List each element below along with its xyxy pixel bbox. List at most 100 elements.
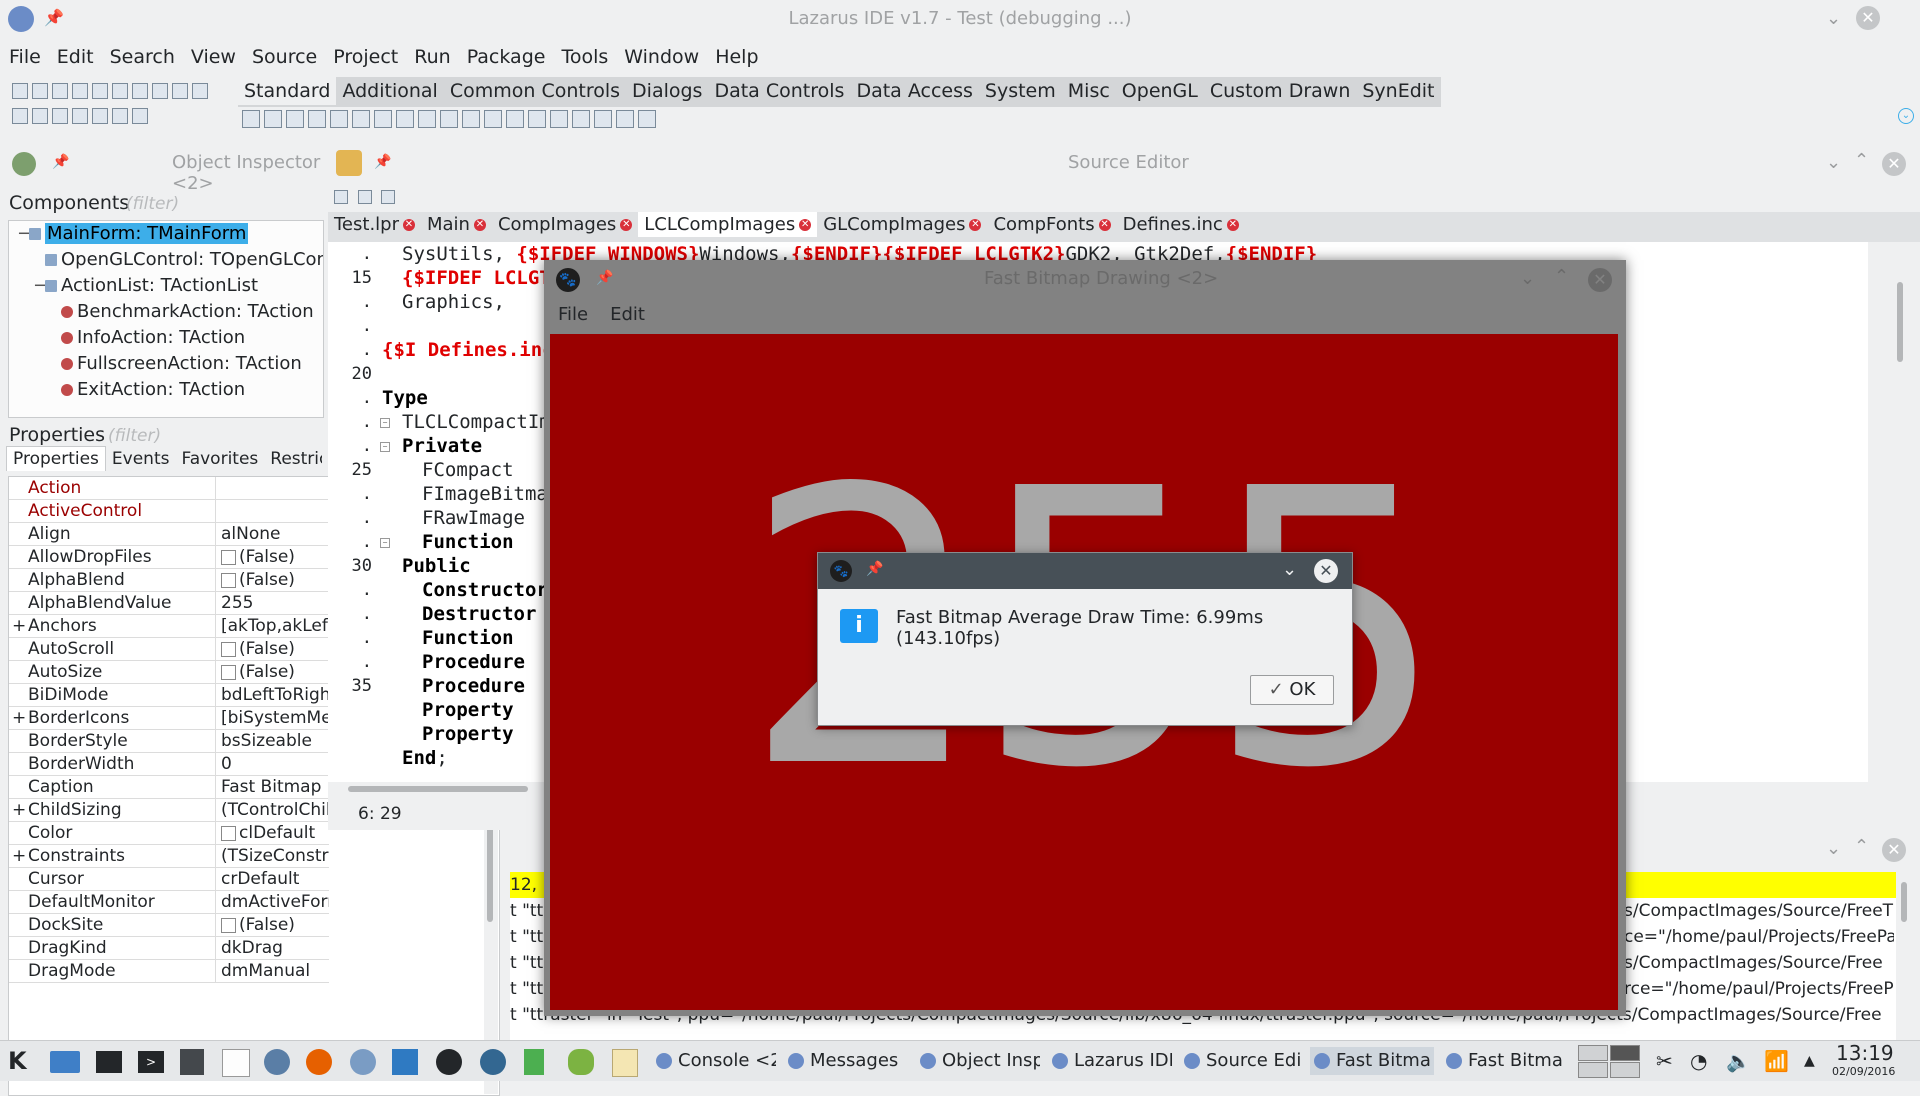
- options-icon[interactable]: [132, 108, 148, 124]
- checkbox[interactable]: [221, 917, 236, 933]
- dropdown-icon[interactable]: [72, 83, 88, 99]
- property-row[interactable]: DragKind dkDrag: [9, 937, 329, 960]
- property-row[interactable]: Cursor crDefault: [9, 868, 329, 891]
- property-row[interactable]: BiDiMode bdLeftToRight: [9, 684, 329, 707]
- checkbox[interactable]: [221, 572, 236, 588]
- back-icon[interactable]: [357, 190, 372, 204]
- fold-marker-icon[interactable]: −: [380, 442, 390, 452]
- fold-marker-icon[interactable]: −: [380, 538, 390, 548]
- group-box-icon[interactable]: [528, 110, 546, 128]
- property-value[interactable]: (False): [221, 914, 329, 936]
- tab-restricted[interactable]: Restricted: [264, 447, 322, 471]
- editor-tab[interactable]: Defines.inc ✕: [1117, 212, 1245, 237]
- palette-tab-system[interactable]: System: [979, 77, 1062, 105]
- property-row[interactable]: BorderWidth 0: [9, 753, 329, 776]
- menu-item-source[interactable]: Source: [243, 42, 324, 68]
- property-value[interactable]: crDefault: [221, 868, 329, 890]
- property-row[interactable]: Align alNone: [9, 523, 329, 546]
- property-value[interactable]: alNone: [221, 523, 329, 545]
- collapse-icon[interactable]: ⌄: [1826, 838, 1841, 859]
- tab-close-icon[interactable]: ✕: [620, 219, 633, 231]
- notes-icon[interactable]: [612, 1049, 638, 1077]
- checkbox[interactable]: [221, 641, 236, 657]
- pointer-icon[interactable]: [242, 110, 260, 128]
- property-value[interactable]: 0: [221, 753, 329, 775]
- step-out-icon[interactable]: [192, 83, 208, 99]
- expand-icon[interactable]: +: [12, 799, 26, 821]
- palette-tab-standard[interactable]: Standard: [238, 77, 337, 105]
- fold-marker-icon[interactable]: −: [380, 418, 390, 428]
- property-row[interactable]: ActiveControl: [9, 500, 329, 523]
- menu-item-file[interactable]: File: [0, 42, 48, 68]
- editor-tab[interactable]: LCLCompImages ✕: [638, 212, 818, 237]
- panel-icon[interactable]: [594, 110, 612, 128]
- pager[interactable]: [1578, 1045, 1640, 1078]
- pin-icon[interactable]: 📌: [596, 270, 613, 286]
- palette-scroll-icon[interactable]: ⌄: [1898, 108, 1914, 124]
- property-row[interactable]: AllowDropFiles (False): [9, 546, 329, 569]
- collapse-icon[interactable]: ⌄: [1282, 559, 1297, 580]
- palette-tab-opengl[interactable]: OpenGL: [1116, 77, 1204, 105]
- messages-scrollbar[interactable]: [1898, 872, 1912, 1032]
- property-value[interactable]: dmActiveForm: [221, 891, 329, 913]
- property-row[interactable]: AlphaBlend (False): [9, 569, 329, 592]
- radio-group-icon[interactable]: [550, 110, 568, 128]
- editor-vscrollbar[interactable]: [1894, 242, 1908, 782]
- forward-icon[interactable]: [381, 190, 396, 204]
- collapse-icon[interactable]: ⌄: [1520, 268, 1535, 289]
- git-icon[interactable]: [524, 1049, 544, 1075]
- checkbox[interactable]: [221, 825, 236, 841]
- tab-close-icon[interactable]: ✕: [1098, 219, 1111, 231]
- checkbox[interactable]: [221, 549, 236, 565]
- property-row[interactable]: BorderStyle bsSizeable: [9, 730, 329, 753]
- menu-item-edit[interactable]: Edit: [48, 42, 101, 68]
- tab-close-icon[interactable]: ✕: [969, 219, 982, 231]
- collapse-icon[interactable]: ⌄: [1826, 152, 1841, 173]
- check-box-icon[interactable]: [418, 110, 436, 128]
- calculator-icon[interactable]: [180, 1049, 204, 1075]
- task-button[interactable]: Object Insp: [916, 1047, 1040, 1075]
- palette-tab-synedit[interactable]: SynEdit: [1356, 77, 1440, 105]
- editor-tab[interactable]: CompImages ✕: [492, 212, 638, 237]
- checkbox[interactable]: [221, 664, 236, 680]
- property-value[interactable]: (False): [221, 661, 329, 683]
- lazarus-paw-icon[interactable]: [436, 1049, 462, 1075]
- tab-close-icon[interactable]: ✕: [403, 219, 415, 231]
- property-value[interactable]: (TControlChildSizing): [221, 799, 329, 821]
- property-row[interactable]: AlphaBlendValue 255: [9, 592, 329, 615]
- palette-tab-data-access[interactable]: Data Access: [850, 77, 978, 105]
- property-row[interactable]: AutoScroll (False): [9, 638, 329, 661]
- popup-menu-icon[interactable]: [286, 110, 304, 128]
- pin-icon[interactable]: 📌: [374, 154, 391, 170]
- list-box-icon[interactable]: [462, 110, 480, 128]
- virtualbox-icon[interactable]: [392, 1049, 418, 1075]
- pin-icon[interactable]: 📌: [866, 561, 883, 577]
- button-icon[interactable]: [308, 110, 326, 128]
- mail-icon[interactable]: [50, 1051, 80, 1073]
- open-icon[interactable]: [52, 83, 68, 99]
- tab-properties[interactable]: Properties: [6, 446, 106, 471]
- main-menu-icon[interactable]: [264, 110, 282, 128]
- task-button[interactable]: Fast Bitma: [1310, 1047, 1434, 1075]
- view-units-icon[interactable]: [12, 108, 28, 124]
- clock-monitor-icon[interactable]: ◔: [1690, 1049, 1707, 1073]
- tab-favorites[interactable]: Favorites: [175, 447, 264, 471]
- property-value[interactable]: 255: [221, 592, 329, 614]
- combo-box-icon[interactable]: [484, 110, 502, 128]
- editor-pen-icon[interactable]: [568, 1049, 594, 1075]
- menu-item-help[interactable]: Help: [706, 42, 765, 68]
- property-value[interactable]: bdLeftToRight: [221, 684, 329, 706]
- property-value[interactable]: dkDrag: [221, 937, 329, 959]
- calendar-icon[interactable]: [222, 1049, 250, 1077]
- pin-icon[interactable]: 📌: [52, 154, 69, 170]
- property-row[interactable]: + Anchors [akTop,akLeft]: [9, 615, 329, 638]
- sync-icon[interactable]: [264, 1049, 290, 1075]
- property-row[interactable]: +ChildSizing (TControlChildSizing): [9, 799, 329, 822]
- toggle-form-icon[interactable]: [112, 108, 128, 124]
- property-row[interactable]: DragMode dmManual: [9, 960, 329, 983]
- property-row[interactable]: Color clDefault: [9, 822, 329, 845]
- tab-close-icon[interactable]: ✕: [799, 219, 812, 231]
- task-button[interactable]: Fast Bitma: [1442, 1047, 1566, 1075]
- property-value[interactable]: Fast Bitmap: [221, 776, 329, 798]
- close-icon[interactable]: ✕: [1882, 838, 1906, 862]
